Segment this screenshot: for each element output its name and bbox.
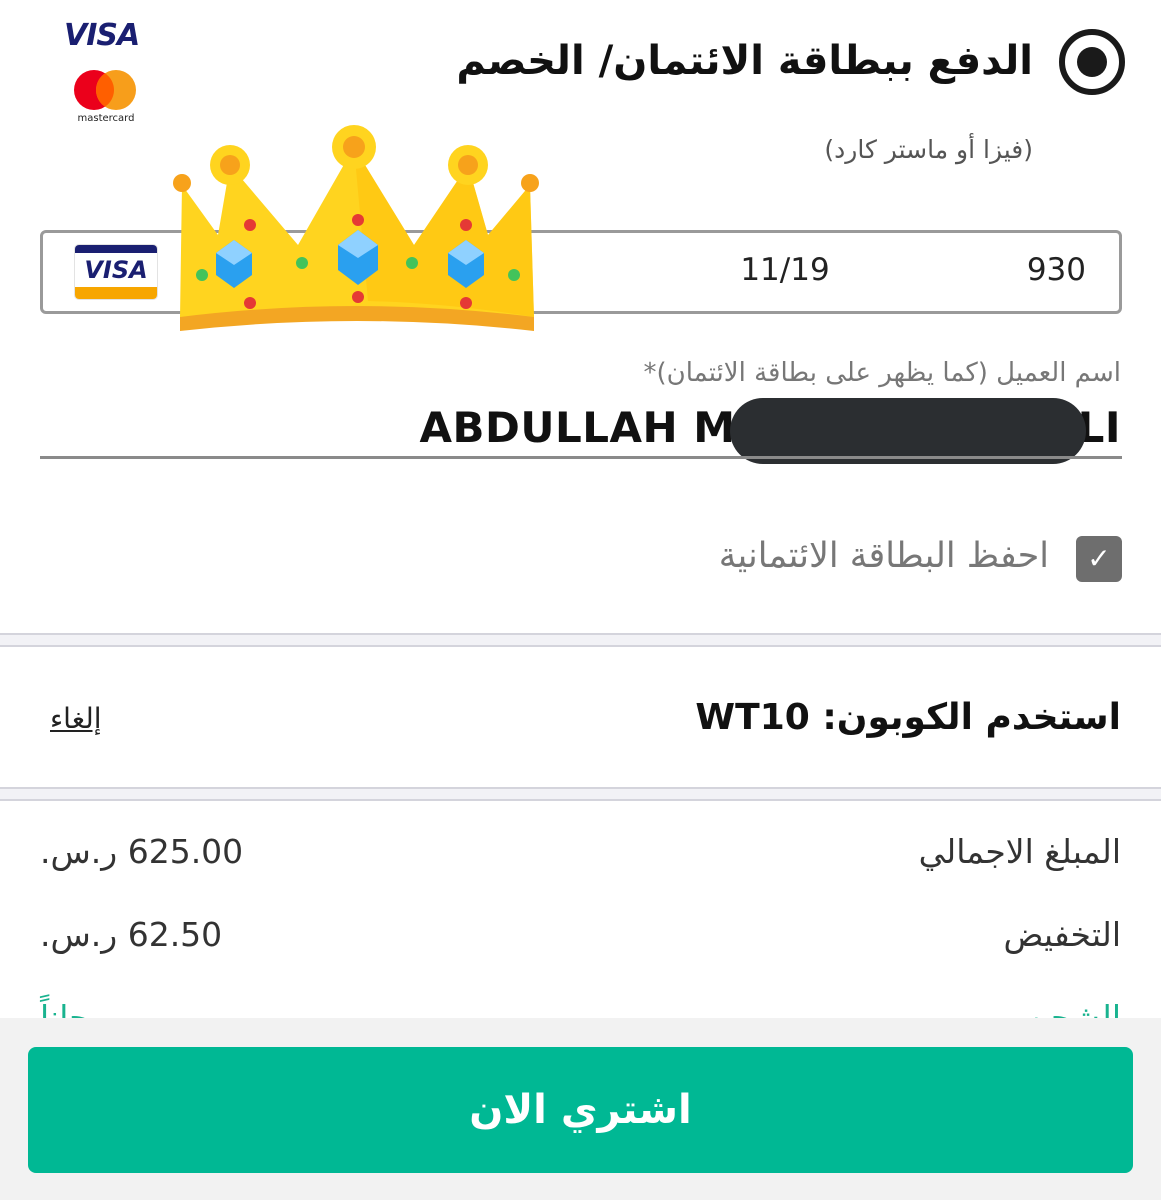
crown-sticker-icon: [173, 125, 539, 331]
buy-now-button[interactable]: اشتري الان: [28, 1047, 1133, 1173]
customer-name-label: اسم العميل (كما يظهر على بطاقة الائتمان)…: [643, 358, 1122, 388]
section-divider: [0, 633, 1161, 647]
coupon-cancel-link[interactable]: إلغاء: [50, 702, 102, 735]
payment-method-subtitle: (فيزا أو ماستر كارد): [824, 135, 1033, 164]
total-value: 625.00 ر.س.: [40, 832, 244, 871]
coupon-label: استخدم الكوبون: WT10: [695, 697, 1121, 738]
save-card-label: احفظ البطاقة الائتمانية: [718, 536, 1049, 576]
card-expiry: 11/19: [740, 252, 830, 288]
payment-method-title: الدفع ببطاقة الائتمان/ الخصم: [456, 38, 1033, 84]
mastercard-label: mastercard: [77, 113, 135, 124]
section-divider: [0, 787, 1161, 801]
discount-label: التخفيض: [1003, 915, 1121, 954]
card-visa-icon: VISA: [75, 245, 157, 299]
redaction-mark: [730, 398, 1086, 464]
customer-name-prefix: ABDULLAH M: [419, 403, 736, 452]
payment-method-radio[interactable]: [1059, 29, 1125, 95]
save-card-checkbox[interactable]: ✓: [1076, 536, 1122, 582]
card-cvv: 930: [1026, 252, 1086, 288]
customer-name-underline: [40, 456, 1122, 459]
discount-value: 62.50 ر.س.: [40, 915, 223, 954]
visa-logo: VISA: [64, 18, 140, 53]
total-label: المبلغ الاجمالي: [918, 832, 1121, 871]
